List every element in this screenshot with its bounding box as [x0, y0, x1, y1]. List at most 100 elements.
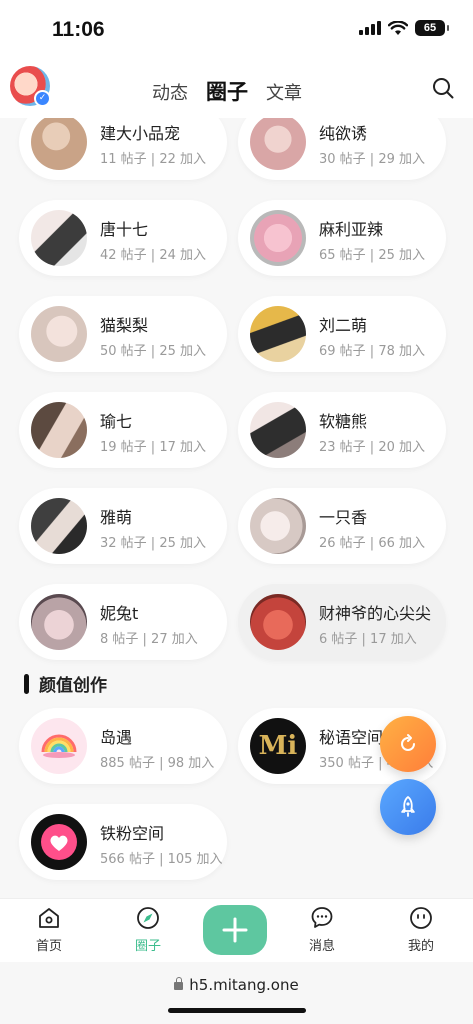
- search-icon[interactable]: [431, 76, 455, 100]
- circle-stats: 6 帖子 | 17 加入: [319, 632, 417, 647]
- section-title-bar: [24, 673, 29, 694]
- circle-card[interactable]: 唐十七 42 帖子 | 24 加入: [19, 200, 227, 276]
- circle-thumbnail: [31, 210, 87, 266]
- creation-card[interactable]: 岛遇 885 帖子 | 98 加入: [19, 708, 227, 784]
- circle-name: 雅萌: [100, 508, 133, 527]
- creation-card[interactable]: 铁粉空间 566 帖子 | 105 加入: [19, 804, 227, 880]
- circle-name: 麻利亚辣: [319, 220, 384, 239]
- circle-thumbnail: [31, 498, 87, 554]
- status-icons: 65: [359, 20, 449, 36]
- circle-stats: 23 帖子 | 20 加入: [319, 440, 425, 455]
- circle-name: 一只香: [319, 508, 368, 527]
- smile-face-icon: [410, 907, 432, 929]
- plus-icon: [222, 917, 248, 943]
- circle-stats: 30 帖子 | 29 加入: [319, 152, 425, 167]
- section-title-text: 颜值创作: [39, 676, 107, 696]
- battery-icon: 65: [415, 20, 449, 36]
- back-to-top-button[interactable]: [380, 779, 436, 835]
- circle-card[interactable]: 软糖熊 23 帖子 | 20 加入: [238, 392, 446, 468]
- nav-mine-label: 我的: [407, 939, 434, 954]
- home-indicator[interactable]: [168, 1008, 306, 1013]
- home-icon: [39, 908, 59, 928]
- rocket-icon: [401, 796, 415, 817]
- nav-circle[interactable]: 圈子: [118, 905, 178, 954]
- circle-name: 建大小品宠: [100, 124, 181, 143]
- circle-card[interactable]: 妮兔t 8 帖子 | 27 加入: [19, 584, 227, 660]
- create-post-button[interactable]: [203, 905, 267, 955]
- circle-thumbnail: [250, 594, 306, 650]
- signal-icon: [359, 21, 381, 35]
- circle-thumbnail: [250, 402, 306, 458]
- circle-thumbnail: [31, 594, 87, 650]
- nav-home-label: 首页: [35, 939, 62, 954]
- circle-card[interactable]: 纯欲诱 30 帖子 | 29 加入: [238, 118, 446, 180]
- verified-badge-icon: ✓: [34, 90, 51, 107]
- chat-bubble-icon: [311, 907, 333, 928]
- top-tabs: 动态 圈子 文章: [152, 76, 302, 106]
- circle-thumbnail: [31, 402, 87, 458]
- compass-icon: [137, 907, 159, 929]
- circle-name: 纯欲诱: [319, 124, 368, 143]
- circle-stats: 69 帖子 | 78 加入: [319, 344, 425, 359]
- circle-card[interactable]: 刘二萌 69 帖子 | 78 加入: [238, 296, 446, 372]
- creation-stats: 885 帖子 | 98 加入: [100, 756, 215, 771]
- bottom-nav: 首页 圈子 消息 我的: [0, 898, 473, 962]
- circle-thumbnail: [250, 306, 306, 362]
- nav-circle-label: 圈子: [134, 939, 161, 954]
- tab-quanzi[interactable]: 圈子: [206, 76, 248, 106]
- mi-logo-text: Mi: [258, 731, 298, 761]
- circle-card[interactable]: 猫梨梨 50 帖子 | 25 加入: [19, 296, 227, 372]
- circle-stats: 19 帖子 | 17 加入: [100, 440, 206, 455]
- url-display: h5.mitang.one: [0, 976, 473, 994]
- creation-name: 岛遇: [100, 728, 133, 747]
- mi-logo-icon: Mi: [250, 718, 306, 774]
- circle-thumbnail: [31, 306, 87, 362]
- circle-name: 瑜七: [100, 412, 133, 431]
- circle-card[interactable]: 建大小品宠 11 帖子 | 22 加入: [19, 118, 227, 180]
- nav-mine[interactable]: 我的: [391, 905, 451, 954]
- status-bar: 11:06 65: [0, 0, 473, 60]
- circle-name: 刘二萌: [319, 316, 368, 335]
- browser-url-bar[interactable]: h5.mitang.one: [0, 962, 473, 1024]
- circle-name: 妮兔t: [100, 604, 139, 623]
- circle-card[interactable]: 麻利亚辣 65 帖子 | 25 加入: [238, 200, 446, 276]
- circle-name: 软糖熊: [319, 412, 368, 431]
- circle-stats: 8 帖子 | 27 加入: [100, 632, 198, 647]
- lock-icon: [174, 977, 184, 990]
- tab-wenzhang[interactable]: 文章: [266, 79, 302, 105]
- refresh-button[interactable]: [380, 716, 436, 772]
- circle-stats: 26 帖子 | 66 加入: [319, 536, 425, 551]
- circle-stats: 65 帖子 | 25 加入: [319, 248, 425, 263]
- wifi-icon: [388, 20, 408, 35]
- tab-dongtai[interactable]: 动态: [152, 79, 188, 105]
- creation-name: 铁粉空间: [100, 824, 165, 843]
- nav-home[interactable]: 首页: [19, 905, 79, 954]
- circle-name: 唐十七: [100, 220, 149, 239]
- nav-messages-label: 消息: [308, 939, 335, 954]
- circle-card[interactable]: 雅萌 32 帖子 | 25 加入: [19, 488, 227, 564]
- nav-messages[interactable]: 消息: [292, 905, 352, 954]
- circle-stats: 11 帖子 | 22 加入: [100, 152, 206, 167]
- circle-card[interactable]: 一只香 26 帖子 | 66 加入: [238, 488, 446, 564]
- creation-stats: 566 帖子 | 105 加入: [100, 852, 223, 867]
- app-screen: 11:06 65 ✓ 动态 圈子 文章 建大小品宠 11 帖子 | 22 加入 …: [0, 0, 473, 1024]
- circle-stats: 32 帖子 | 25 加入: [100, 536, 206, 551]
- heart-chat-logo-icon: [31, 814, 87, 870]
- section-title: 颜值创作: [24, 671, 107, 696]
- rainbow-island-logo-icon: [31, 718, 87, 774]
- status-time: 11:06: [52, 18, 105, 41]
- circle-stats: 42 帖子 | 24 加入: [100, 248, 206, 263]
- circle-thumbnail: [31, 118, 87, 170]
- circle-card[interactable]: 瑜七 19 帖子 | 17 加入: [19, 392, 227, 468]
- circle-name: 财神爷的心尖尖: [319, 604, 432, 623]
- header: ✓ 动态 圈子 文章: [0, 60, 473, 118]
- circle-thumbnail: [250, 118, 306, 170]
- circle-thumbnail: [250, 210, 306, 266]
- circle-thumbnail: [250, 498, 306, 554]
- creation-name: 秘语空间: [319, 728, 384, 747]
- url-text: h5.mitang.one: [189, 976, 299, 994]
- refresh-icon: [401, 734, 415, 751]
- circle-stats: 50 帖子 | 25 加入: [100, 344, 206, 359]
- circle-name: 猫梨梨: [100, 316, 149, 335]
- circle-card[interactable]: 财神爷的心尖尖 6 帖子 | 17 加入: [238, 584, 446, 660]
